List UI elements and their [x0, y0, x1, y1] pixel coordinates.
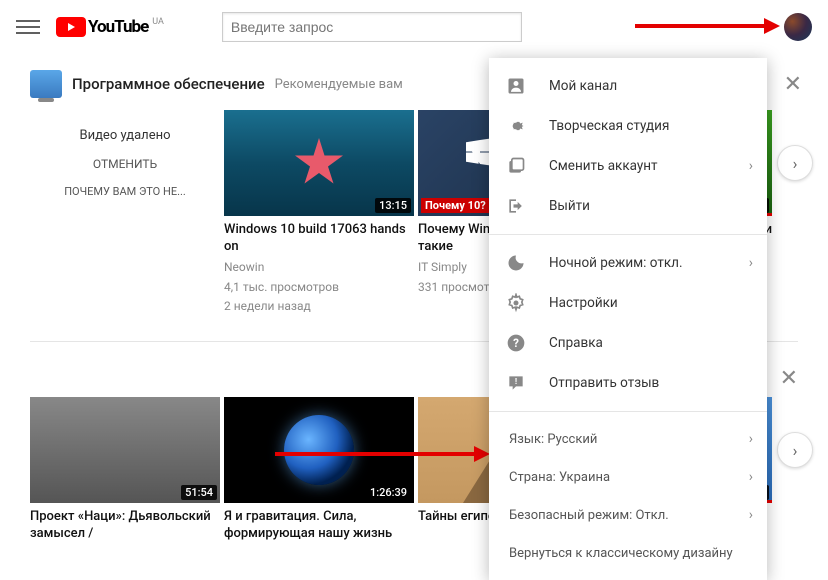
duration-badge: 13:15 [375, 198, 411, 213]
menu-separator [489, 411, 767, 412]
chevron-right-icon: › [749, 431, 753, 447]
menu-label: Отправить отзыв [549, 375, 659, 391]
annotation-arrow-restricted [275, 449, 490, 459]
deleted-card: Видео удалено ОТМЕНИТЬ ПОЧЕМУ ВАМ ЭТО НЕ… [30, 110, 220, 216]
menu-label: Справка [549, 335, 603, 351]
next-button[interactable]: › [777, 145, 813, 181]
menu-label: Вернуться к классическому дизайну [509, 546, 733, 561]
chevron-right-icon: › [749, 507, 753, 523]
duration-badge: 51:54 [181, 485, 217, 500]
thumbnail-badge: Почему 10? [421, 198, 490, 213]
deleted-label: Видео удалено [79, 128, 170, 143]
annotation-arrow-avatar [635, 22, 780, 30]
feedback-icon: ! [505, 372, 527, 394]
undo-button[interactable]: ОТМЕНИТЬ [93, 157, 157, 171]
close-icon[interactable]: ✕ [780, 366, 798, 391]
help-icon: ? [505, 332, 527, 354]
video-title[interactable]: Проект «Наци»: Дьявольский замысел / [30, 509, 220, 543]
menu-help[interactable]: ? Справка [489, 323, 767, 363]
menu-label: Сменить аккаунт [549, 158, 658, 174]
section-title[interactable]: Программное обеспечение [72, 75, 265, 93]
menu-language[interactable]: Язык: Русский › [489, 420, 767, 458]
menu-label: Язык: Русский [509, 432, 597, 447]
chevron-right-icon: › [749, 158, 753, 174]
account-menu: Мой канал Творческая студия Сменить акка… [489, 58, 767, 580]
menu-studio[interactable]: Творческая студия [489, 106, 767, 146]
account-icon [505, 75, 527, 97]
menu-feedback[interactable]: ! Отправить отзыв [489, 363, 767, 403]
moon-icon [505, 252, 527, 274]
exit-icon [505, 195, 527, 217]
search-input[interactable] [231, 19, 513, 35]
section-subtitle: Рекомендуемые вам [275, 77, 403, 92]
video-views: 4,1 тыс. просмотров [224, 279, 414, 296]
chevron-right-icon: › [749, 255, 753, 271]
menu-label: Творческая студия [549, 118, 669, 134]
close-icon[interactable]: ✕ [784, 72, 802, 97]
menu-restricted-mode[interactable]: Безопасный режим: Откл. › [489, 496, 767, 534]
monitor-icon [30, 70, 62, 98]
video-channel[interactable]: Neowin [224, 259, 414, 276]
menu-settings[interactable]: Настройки [489, 283, 767, 323]
menu-label: Страна: Украина [509, 470, 610, 485]
video-thumbnail[interactable]: 13:15 [224, 110, 414, 216]
menu-label: Мой канал [549, 78, 617, 94]
gear-icon [505, 115, 527, 137]
video-title[interactable]: Windows 10 build 17063 hands on [224, 222, 414, 256]
duration-badge: 1:26:39 [366, 485, 411, 500]
menu-switch-account[interactable]: Сменить аккаунт › [489, 146, 767, 186]
menu-dark-mode[interactable]: Ночной режим: откл. › [489, 243, 767, 283]
video-title[interactable]: Я и гравитация. Сила, формирующая нашу ж… [224, 509, 414, 543]
video-thumbnail[interactable]: 51:54 [30, 397, 220, 503]
logo-text: YouTube [88, 17, 148, 37]
menu-label: Безопасный режим: Откл. [509, 508, 669, 523]
region-label: UA [152, 17, 164, 27]
svg-text:!: ! [515, 377, 517, 387]
menu-classic-design[interactable]: Вернуться к классическому дизайну [489, 534, 767, 572]
gear-icon [505, 292, 527, 314]
switch-account-icon [505, 155, 527, 177]
menu-country[interactable]: Страна: Украина › [489, 458, 767, 496]
video-card[interactable]: 1:26:39 Я и гравитация. Сила, формирующа… [224, 397, 414, 543]
search-box[interactable] [222, 12, 522, 42]
video-card[interactable]: 51:54 Проект «Наци»: Дьявольский замысел… [30, 397, 220, 543]
video-card[interactable]: 13:15 Windows 10 build 17063 hands on Ne… [224, 110, 414, 315]
menu-label: Настройки [549, 295, 618, 311]
menu-button[interactable] [16, 15, 40, 39]
play-icon [56, 17, 86, 37]
menu-label: Ночной режим: откл. [549, 255, 683, 271]
menu-label: Выйти [549, 198, 590, 214]
next-button[interactable]: › [777, 432, 813, 468]
why-button[interactable]: ПОЧЕМУ ВАМ ЭТО НЕ... [64, 185, 186, 198]
video-age: 2 недели назад [224, 298, 414, 315]
menu-sign-out[interactable]: Выйти [489, 186, 767, 226]
youtube-logo[interactable]: YouTube UA [56, 17, 164, 37]
menu-separator [489, 234, 767, 235]
chevron-right-icon: › [749, 469, 753, 485]
menu-my-channel[interactable]: Мой канал [489, 66, 767, 106]
svg-text:?: ? [513, 336, 519, 350]
avatar[interactable] [784, 13, 812, 41]
